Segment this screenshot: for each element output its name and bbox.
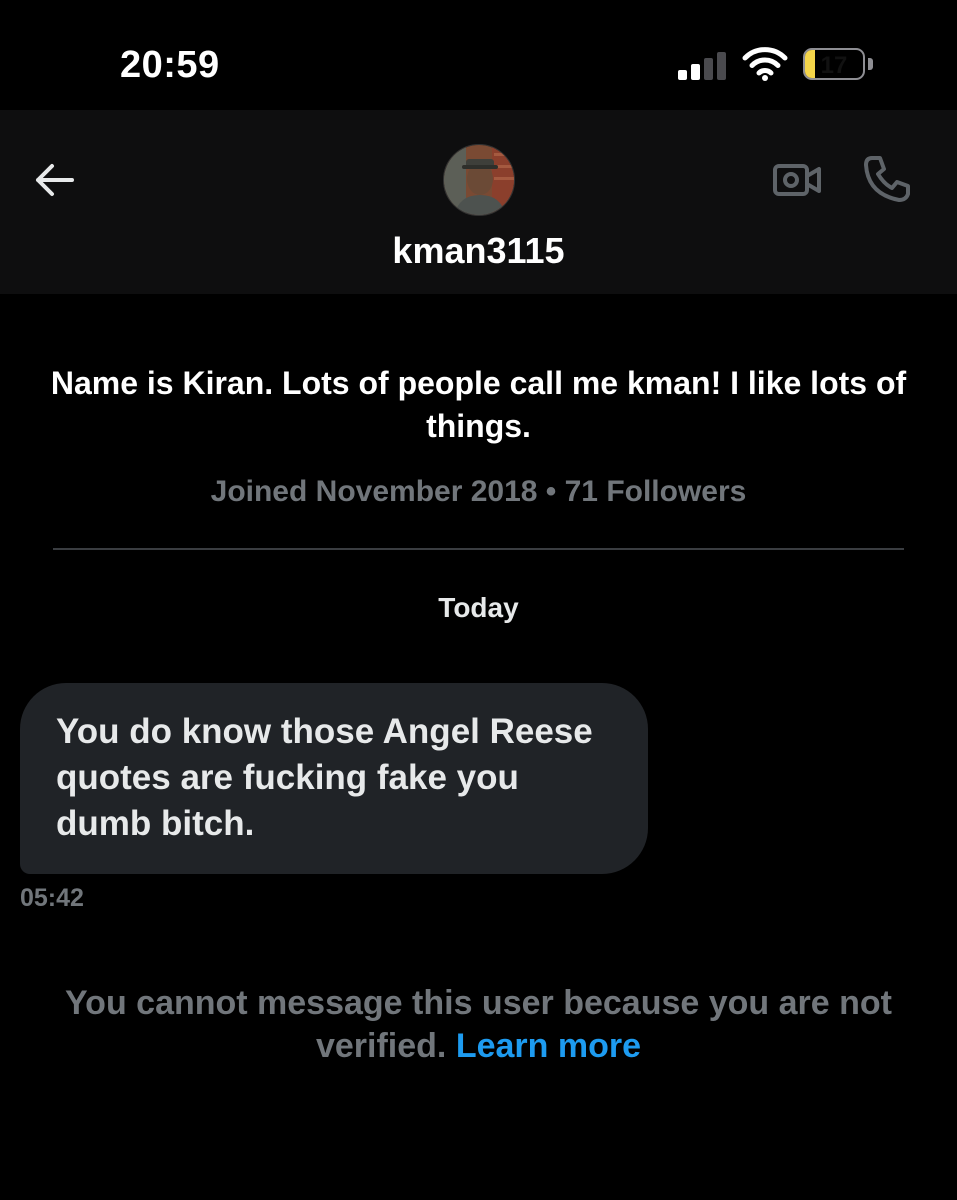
battery-percentage: 17 bbox=[820, 52, 848, 79]
day-separator: Today bbox=[438, 592, 519, 623]
battery-icon: 17 bbox=[803, 48, 865, 80]
divider bbox=[53, 548, 904, 550]
profile-bio: Name is Kiran. Lots of people call me km… bbox=[50, 365, 907, 444]
cannot-message-notice: You cannot message this user because you… bbox=[30, 982, 927, 1068]
wifi-icon bbox=[742, 47, 788, 81]
dm-screen: 20:59 17 kman3115 Name is Kiran. Lots of… bbox=[0, 0, 957, 1200]
learn-more-link[interactable]: Learn more bbox=[456, 1027, 641, 1065]
status-time: 20:59 bbox=[120, 44, 220, 86]
cellular-signal-icon bbox=[678, 50, 730, 80]
avatar[interactable] bbox=[443, 144, 515, 216]
header-username: kman3115 bbox=[392, 230, 565, 271]
video-call-icon[interactable] bbox=[772, 158, 822, 202]
message-text: You do know those Angel Reese quotes are… bbox=[56, 712, 593, 843]
back-arrow-icon[interactable] bbox=[32, 160, 78, 200]
profile-meta: Joined November 2018 • 71 Followers bbox=[210, 475, 747, 508]
message-timestamp: 05:42 bbox=[20, 884, 84, 912]
received-message-bubble[interactable]: You do know those Angel Reese quotes are… bbox=[20, 683, 648, 874]
battery-tip bbox=[868, 58, 873, 70]
phone-call-icon[interactable] bbox=[862, 154, 912, 204]
